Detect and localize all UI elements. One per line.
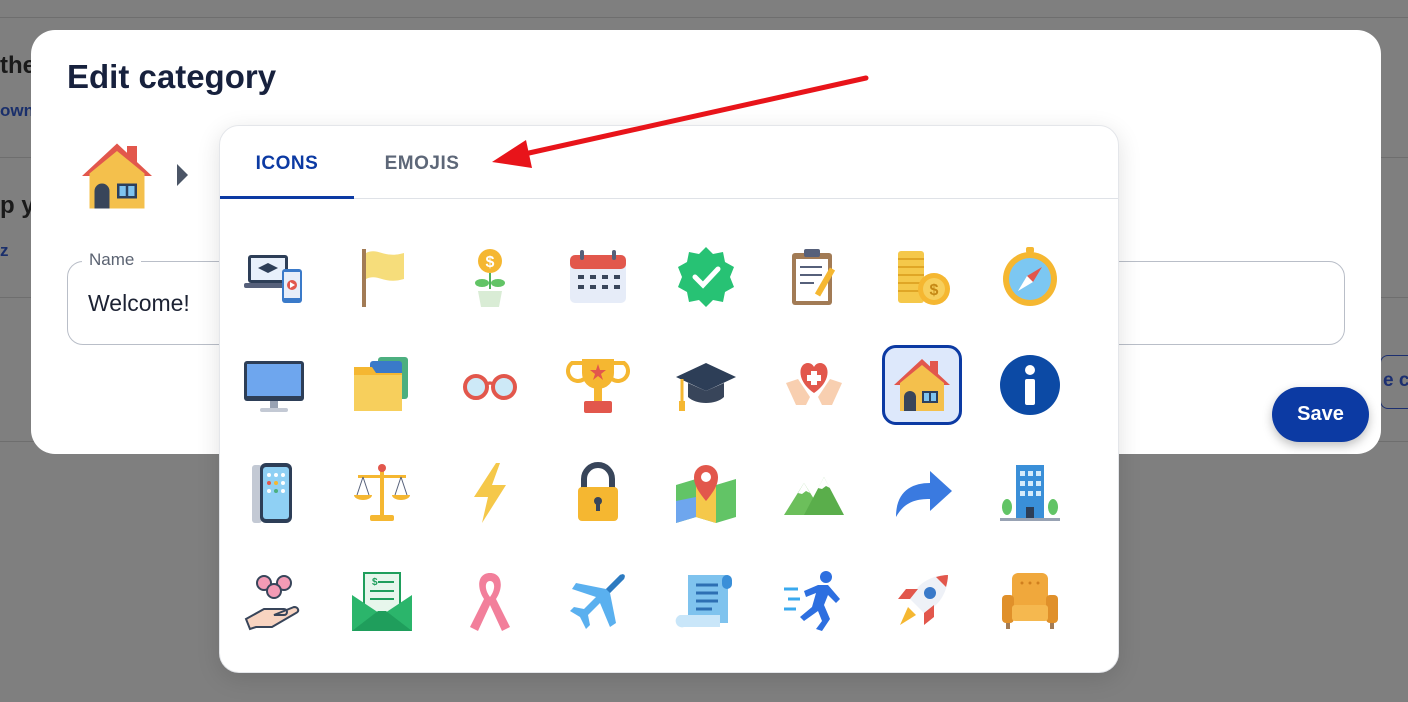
awareness-ribbon-icon[interactable] <box>450 561 530 641</box>
background-link: own <box>0 101 34 120</box>
flag-icon[interactable] <box>342 237 422 317</box>
healthcare-hands-icon[interactable] <box>774 345 854 425</box>
community-care-icon[interactable] <box>234 561 314 641</box>
map-pin-icon[interactable] <box>666 453 746 533</box>
coins-icon[interactable]: $ <box>882 237 962 317</box>
tab-icons[interactable]: ICONS <box>220 126 354 199</box>
save-button[interactable]: Save <box>1272 387 1369 442</box>
padlock-icon[interactable] <box>558 453 638 533</box>
info-icon[interactable] <box>990 345 1070 425</box>
name-field-label: Name <box>82 250 142 270</box>
background-link: z <box>0 241 9 260</box>
online-learning-icon[interactable] <box>234 237 314 317</box>
running-man-icon[interactable] <box>774 561 854 641</box>
svg-text:$: $ <box>372 577 378 588</box>
smartphone-icon[interactable] <box>234 453 314 533</box>
folders-icon[interactable] <box>342 345 422 425</box>
scroll-icon[interactable] <box>666 561 746 641</box>
background-divider <box>0 17 1408 18</box>
money-plant-icon[interactable]: $ <box>450 237 530 317</box>
airplane-icon[interactable] <box>558 561 638 641</box>
glasses-icon[interactable] <box>450 345 530 425</box>
svg-text:$: $ <box>930 282 939 299</box>
envelope-money-icon[interactable]: $ <box>342 561 422 641</box>
verified-badge-icon[interactable] <box>666 237 746 317</box>
compass-icon[interactable] <box>990 237 1070 317</box>
background-button: e c <box>1380 355 1408 409</box>
scales-icon[interactable] <box>342 453 422 533</box>
clipboard-icon[interactable] <box>774 237 854 317</box>
picker-tabs: ICONS EMOJIS <box>220 126 1118 199</box>
name-field-value: Welcome! <box>88 290 190 316</box>
share-arrow-icon[interactable] <box>882 453 962 533</box>
expand-picker-icon[interactable] <box>177 164 188 186</box>
svg-text:$: $ <box>486 254 495 271</box>
armchair-icon[interactable] <box>990 561 1070 641</box>
calendar-icon[interactable] <box>558 237 638 317</box>
house-icon[interactable] <box>77 136 157 216</box>
modal-title: Edit category <box>67 58 277 95</box>
trophy-icon[interactable] <box>558 345 638 425</box>
house-icon[interactable] <box>882 345 962 425</box>
monitor-icon[interactable] <box>234 345 314 425</box>
tab-emojis[interactable]: EMOJIS <box>354 126 490 199</box>
mountains-icon[interactable] <box>774 453 854 533</box>
lightning-icon[interactable] <box>450 453 530 533</box>
rocket-icon[interactable] <box>882 561 962 641</box>
icon-picker: ICONS EMOJIS $ $ $ <box>219 125 1119 673</box>
background-heading: p y <box>0 192 35 219</box>
graduation-cap-icon[interactable] <box>666 345 746 425</box>
office-building-icon[interactable] <box>990 453 1070 533</box>
